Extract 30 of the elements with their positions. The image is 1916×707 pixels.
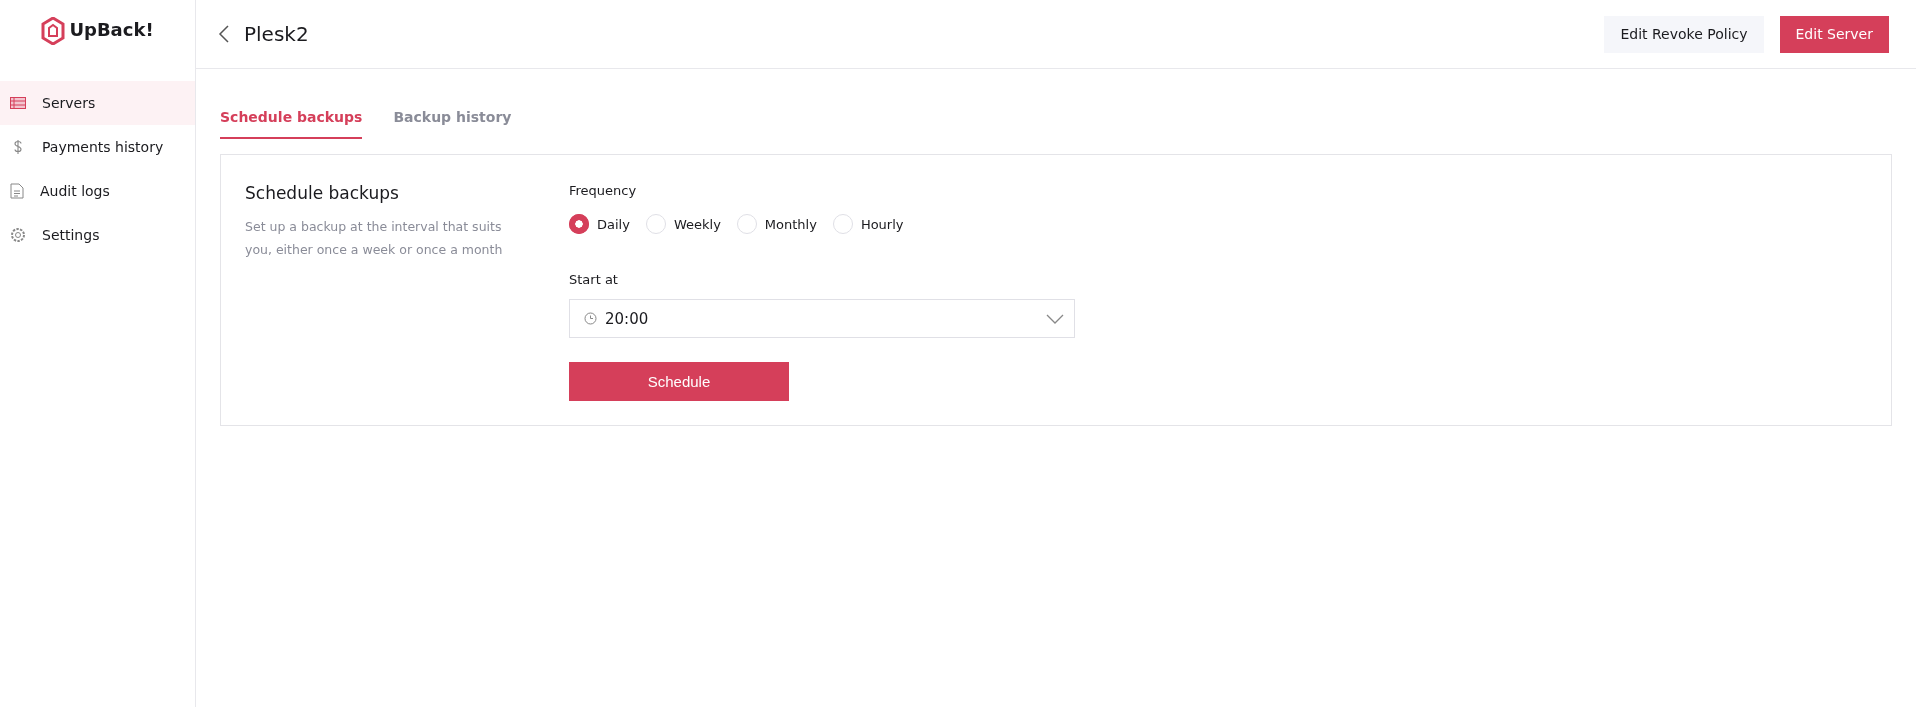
radio-icon[interactable] [832, 214, 853, 234]
radio-option[interactable]: Hourly [832, 214, 904, 234]
back-button[interactable] [218, 25, 230, 43]
sidebar-item[interactable]: Audit logs [0, 169, 195, 213]
page-title: Plesk2 [244, 22, 310, 46]
time-select[interactable]: 20:00 [569, 299, 1075, 339]
schedule-button[interactable]: Schedule [569, 362, 789, 401]
radio-option[interactable]: Weekly [645, 214, 721, 234]
radio-option[interactable]: Daily [569, 214, 630, 234]
card-title: Schedule backups [245, 183, 400, 203]
clock-icon [584, 312, 597, 326]
logo-icon [41, 17, 66, 45]
field-label: Frequency [569, 183, 638, 198]
radio-icon[interactable] [645, 214, 666, 234]
radio-option[interactable]: Monthly [736, 214, 817, 234]
gear-icon [10, 227, 26, 243]
document-icon [10, 183, 24, 199]
sidebar-item[interactable]: Servers [0, 81, 195, 125]
card-description: Set up a backup at the interval that suits you, either once a week or once a month [245, 218, 504, 259]
field-label: Start at [569, 272, 619, 287]
brand-name: UpBack! [69, 18, 154, 42]
radio-icon[interactable] [736, 214, 757, 234]
edit-policy-button[interactable]: Edit Revoke Policy [1604, 15, 1764, 53]
edit-server-button[interactable]: Edit Server [1779, 15, 1889, 53]
server-list-icon [10, 97, 26, 109]
radio-icon[interactable] [569, 214, 589, 234]
tab[interactable]: Schedule backups [220, 109, 363, 139]
chevron-down-icon [1046, 313, 1064, 324]
sidebar-item[interactable]: Payments history [0, 125, 195, 169]
sidebar-item[interactable]: Settings [0, 213, 195, 257]
